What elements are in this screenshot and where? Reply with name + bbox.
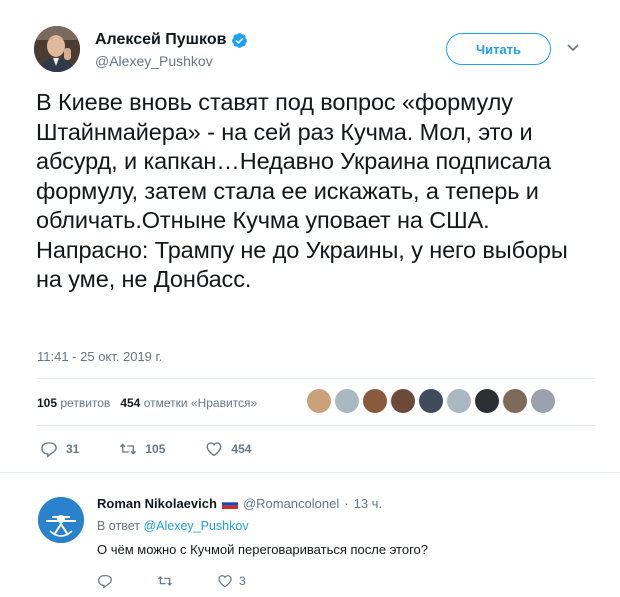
tweet-timestamp[interactable]: 11:41 - 25 окт. 2019 г. xyxy=(37,349,162,364)
divider xyxy=(36,378,596,379)
retweet-action[interactable]: 105 xyxy=(119,440,165,458)
reply-to-handle-link[interactable]: @Alexey_Pushkov xyxy=(143,519,248,533)
reply-avatar[interactable] xyxy=(38,497,84,543)
likes-label: отметки «Нравится» xyxy=(143,396,258,410)
reply-text: О чём можно с Кучмой переговариваться по… xyxy=(97,542,428,557)
heart-icon xyxy=(218,575,232,588)
divider xyxy=(36,425,596,426)
retweets-stat[interactable]: 105 ретвитов xyxy=(37,396,110,410)
retweet-icon xyxy=(120,443,137,455)
reply-icon xyxy=(98,575,112,589)
tweet-text: В Киеве вновь ставят под вопрос «формулу… xyxy=(36,89,568,292)
retweet-count: 105 xyxy=(145,442,166,456)
verified-badge-icon xyxy=(232,32,248,48)
reply-like-count: 3 xyxy=(239,574,246,588)
tweet: Алексей Пушков @Alexey_Pushkov Читать В … xyxy=(0,0,620,458)
liker-avatar[interactable] xyxy=(503,389,527,413)
author-name-row[interactable]: Алексей Пушков xyxy=(95,31,248,49)
likes-count: 454 xyxy=(120,396,141,410)
reply-separator: · xyxy=(344,496,349,511)
liker-avatar[interactable] xyxy=(363,389,387,413)
liker-avatar[interactable] xyxy=(307,389,331,413)
author-handle[interactable]: @Alexey_Pushkov xyxy=(95,53,213,69)
tweet-stats: 105 ретвитов 454 отметки «Нравится» xyxy=(37,396,257,410)
heart-icon xyxy=(206,442,222,457)
reply-like-action[interactable]: 3 xyxy=(217,573,246,589)
reply-actions: 3 xyxy=(97,573,290,589)
reply-reply-action[interactable] xyxy=(97,573,113,589)
retweets-count: 105 xyxy=(37,396,58,410)
likers-avatars xyxy=(307,389,555,413)
liker-avatar[interactable] xyxy=(475,389,499,413)
liker-avatar[interactable] xyxy=(419,389,443,413)
reply-action[interactable]: 31 xyxy=(40,440,79,458)
reply-header: Roman Nikolaevich @Romancolonel · 13 ч. xyxy=(97,496,382,511)
liker-avatar[interactable] xyxy=(391,389,415,413)
liker-avatar[interactable] xyxy=(335,389,359,413)
chevron-down-icon[interactable] xyxy=(566,40,580,54)
follow-button[interactable]: Читать xyxy=(446,33,551,65)
retweets-label: ретвитов xyxy=(60,396,111,410)
russia-flag-icon xyxy=(221,498,238,509)
likes-stat[interactable]: 454 отметки «Нравится» xyxy=(120,396,257,410)
liker-avatar[interactable] xyxy=(447,389,471,413)
tweet-actions: 31 105 454 xyxy=(40,440,291,458)
author-avatar[interactable] xyxy=(34,26,80,72)
like-action[interactable]: 454 xyxy=(205,440,251,458)
retweet-icon xyxy=(157,576,173,586)
reply-divider xyxy=(0,472,620,473)
reply-retweet-action[interactable] xyxy=(157,573,173,589)
reply-time[interactable]: 13 ч. xyxy=(354,496,382,511)
reply-count: 31 xyxy=(66,442,80,456)
reply-author-handle[interactable]: @Romancolonel xyxy=(243,496,339,511)
reply-context: В ответ @Alexey_Pushkov xyxy=(97,519,249,533)
like-count: 454 xyxy=(231,442,252,456)
reply-icon xyxy=(41,442,57,458)
reply-author-name[interactable]: Roman Nikolaevich xyxy=(97,496,217,511)
reply-to-prefix: В ответ xyxy=(97,519,140,533)
author-name[interactable]: Алексей Пушков xyxy=(95,31,226,49)
liker-avatar[interactable] xyxy=(531,389,555,413)
